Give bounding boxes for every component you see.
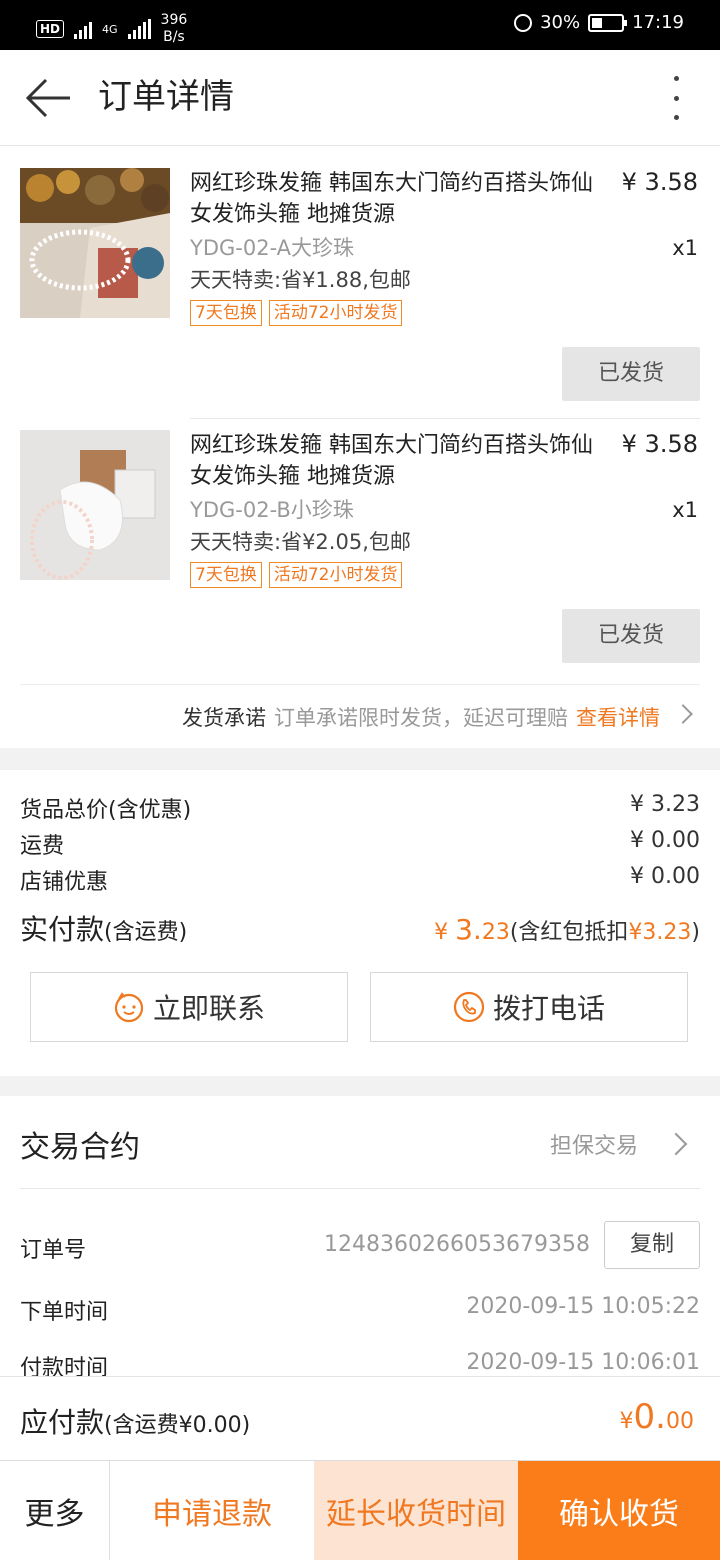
summary-row-goods: 货品总价(含优惠) ¥ 3.23 [20,792,700,824]
signal-icon-2 [127,19,151,39]
status-bar: HD 4G 396 B/s 30% 17:19 [0,0,720,50]
summary-value: ¥ 3.23 [630,792,700,817]
promise-label: 发货承诺 [182,705,266,730]
hd-icon: HD [36,20,65,38]
bottom-action-bar: 更多 申请退款 延长收货时间 确认收货 [0,1460,720,1560]
order-time-row: 下单时间 2020-09-15 10:05:22 [20,1294,700,1326]
alarm-icon [514,13,533,32]
payable-bar: 应付款(含运费¥0.00) ¥0.00 [0,1376,720,1460]
app-header: 订单详情 [0,50,720,146]
summary-value: ¥ 0.00 [630,864,700,889]
paid-label: 实付款(含运费) [20,913,188,946]
product-image [20,168,170,318]
summary-label: 运费 [20,834,65,859]
copy-order-number-button[interactable]: 复制 [604,1221,700,1269]
product-promo: 天天特卖:省¥1.88,包邮 [190,268,411,292]
chat-face-icon [114,992,144,1023]
contact-label: 立即联系 [152,992,265,1025]
status-right: 30% 17:19 [514,12,684,33]
more-dot-icon [673,95,679,101]
price-summary: 货品总价(含优惠) ¥ 3.23 运费 ¥ 0.00 店铺优惠 ¥ 0.00 实… [0,770,720,1076]
call-label: 拨打电话 [492,992,605,1025]
page-title: 订单详情 [98,77,234,117]
shipped-status-button[interactable]: 已发货 [562,609,700,663]
chevron-right-icon [673,704,693,724]
summary-label: 货品总价(含优惠) [20,798,192,823]
network-type: 4G [102,22,118,36]
product-sku: YDG-02-B小珍珠 [190,498,354,522]
product-sku: YDG-02-A大珍珠 [190,236,355,260]
order-number-label: 订单号 [20,1238,87,1263]
phone-icon [453,991,485,1023]
delivery-promise-row[interactable]: 发货承诺 订单承诺限时发货，延迟可理赔 查看详情 [20,684,700,748]
product-promo: 天天特卖:省¥2.05,包邮 [190,530,411,554]
battery-percent: 30% [540,12,581,33]
product-tags: 7天包换 活动72小时发货 [190,300,403,326]
product-thumbnail[interactable] [20,430,170,580]
net-speed: 396 B/s [160,12,188,45]
arrow-left-icon [25,78,70,118]
product-qty: x1 [672,236,698,260]
signal-icon [74,19,93,39]
back-button[interactable] [22,74,74,122]
promise-desc: 订单承诺限时发货，延迟可理赔 [274,705,568,730]
more-dot-icon [673,76,679,81]
product-name[interactable]: 网红珍珠发箍 韩国东大门简约百搭头饰仙女发饰头箍 地摊货源 [190,168,610,230]
product-thumbnail[interactable] [20,168,170,318]
more-dot-icon [673,115,679,120]
item-divider [190,418,700,419]
order-time: 2020-09-15 10:05:22 [466,1294,700,1319]
product-price: ¥ 3.58 [621,430,698,458]
contact-seller-button[interactable]: 立即联系 [30,972,348,1042]
chevron-right-icon [664,1132,688,1156]
tag-badge: 7天包换 [190,300,262,326]
request-refund-button[interactable]: 申请退款 [110,1461,314,1560]
summary-label: 店铺优惠 [20,870,109,895]
summary-row-shipping: 运费 ¥ 0.00 [20,828,700,860]
order-number: 1248360266053679358 [324,1232,590,1257]
clock: 17:19 [632,12,684,33]
contract-type-link[interactable]: 担保交易 [550,1128,638,1160]
more-button[interactable]: 更多 [0,1461,110,1560]
trade-contract-section: 交易合约 担保交易 订单号 1248360266053679358 复制 下单时… [0,1096,720,1381]
product-tags: 7天包换 活动72小时发货 [190,562,403,588]
payable-label: 应付款(含运费¥0.00) [20,1406,251,1439]
contract-divider [20,1188,700,1189]
call-phone-button[interactable]: 拨打电话 [370,972,688,1042]
product-qty: x1 [672,498,698,522]
status-left: HD 4G 396 B/s [36,12,187,46]
more-menu-button[interactable] [666,74,686,122]
tag-badge: 7天包换 [190,562,262,588]
tag-badge: 活动72小时发货 [268,562,403,588]
contract-title: 交易合约 [20,1130,140,1165]
tag-badge: 活动72小时发货 [268,300,403,326]
summary-value: ¥ 0.00 [630,828,700,853]
extend-receipt-button[interactable]: 延长收货时间 [314,1461,518,1560]
order-number-row: 订单号 1248360266053679358 [20,1232,590,1264]
payable-amount: ¥0.00 [619,1397,694,1437]
promise-details-link[interactable]: 查看详情 [576,702,660,732]
product-image [20,430,170,580]
confirm-receipt-button[interactable]: 确认收货 [518,1461,720,1560]
summary-row-store-discount: 店铺优惠 ¥ 0.00 [20,864,700,896]
paid-amount: ¥ 3.23(含红包抵扣¥3.23) [434,913,700,946]
order-items: 网红珍珠发箍 韩国东大门简约百搭头饰仙女发饰头箍 地摊货源 ¥ 3.58 YDG… [0,146,720,748]
actual-paid-row: 实付款(含运费) ¥ 3.23(含红包抵扣¥3.23) [20,908,700,948]
product-price: ¥ 3.58 [621,168,698,196]
pay-time: 2020-09-15 10:06:01 [466,1350,700,1375]
product-name[interactable]: 网红珍珠发箍 韩国东大门简约百搭头饰仙女发饰头箍 地摊货源 [190,430,610,492]
battery-icon [588,13,628,32]
order-time-label: 下单时间 [20,1300,109,1325]
shipped-status-button[interactable]: 已发货 [562,347,700,401]
